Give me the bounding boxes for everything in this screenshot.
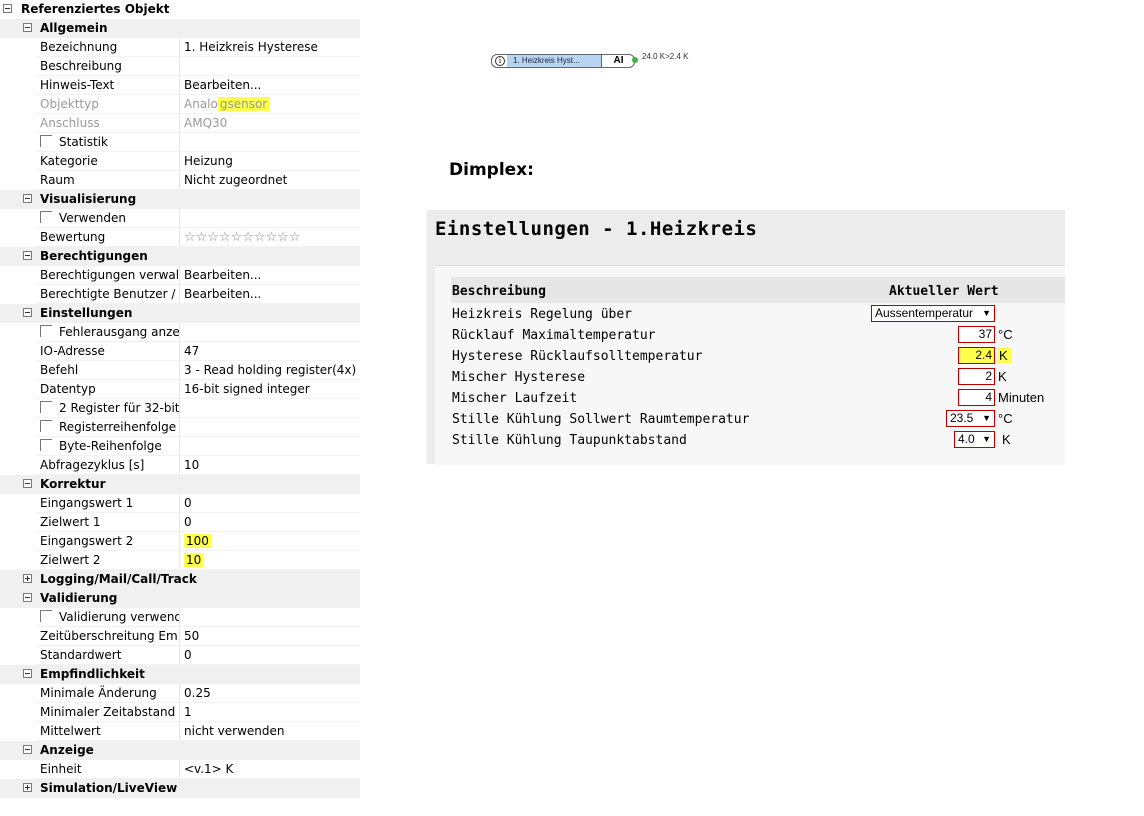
prop-bezeichnung[interactable]: Bezeichnung 1. Heizkreis Hysterese xyxy=(0,38,360,57)
header-aktueller-wert: Aktueller Wert xyxy=(889,284,999,299)
mischer-hysterese-input[interactable]: 2 xyxy=(958,368,995,385)
checkbox-icon[interactable] xyxy=(40,610,52,622)
expand-icon[interactable] xyxy=(23,783,32,792)
block-type: AI xyxy=(601,55,635,67)
prop-abfragezyklus[interactable]: Abfragezyklus [s] 10 xyxy=(0,456,360,475)
checkbox-icon[interactable] xyxy=(40,211,52,223)
dimplex-label: Dimplex: xyxy=(449,160,534,180)
prop-eingangswert-1[interactable]: Eingangswert 10 xyxy=(0,494,360,513)
category-referenziertes-objekt[interactable]: Referenziertes Objekt xyxy=(0,0,360,19)
prop-einheit[interactable]: Einheit <v.1> K xyxy=(0,760,360,779)
highlight-marker: gsensor xyxy=(217,97,270,111)
prop-2-register-32bit[interactable]: 2 Register für 32-bit xyxy=(0,399,360,418)
prop-eingangswert-2[interactable]: Eingangswert 2 100 xyxy=(0,532,360,551)
checkbox-icon[interactable] xyxy=(40,439,52,451)
prop-berechtigte-benutzer[interactable]: Berechtigte Benutzer / ... Bearbeiten... xyxy=(0,285,360,304)
prop-zielwert-1[interactable]: Zielwert 10 xyxy=(0,513,360,532)
highlight-marker: 10 xyxy=(184,553,204,567)
category-logging[interactable]: Logging/Mail/Call/Track xyxy=(0,570,360,589)
category-validierung[interactable]: Validierung xyxy=(0,589,360,608)
collapse-icon[interactable] xyxy=(23,23,32,32)
prop-objekttyp: Objekttyp Analo gsensor xyxy=(0,95,360,114)
collapse-icon[interactable] xyxy=(23,194,32,203)
prop-zeitueberschreitung[interactable]: Zeitüberschreitung Em... 50 xyxy=(0,627,360,646)
chevron-down-icon: ▼ xyxy=(982,308,991,318)
prop-minimaler-zeitabstand[interactable]: Minimaler Zeitabstand 1 xyxy=(0,703,360,722)
table-row: Mischer Hysterese 2 K xyxy=(452,368,1007,385)
prop-zielwert-2[interactable]: Zielwert 2 10 xyxy=(0,551,360,570)
checkbox-icon[interactable] xyxy=(40,420,52,432)
header-beschreibung: Beschreibung xyxy=(452,284,546,299)
dimplex-settings-panel: Einstellungen - 1.Heizkreis Beschreibung… xyxy=(427,210,1065,465)
stille-taupunkt-select[interactable]: 4.0 ▼ xyxy=(954,431,995,448)
checkbox-icon[interactable] xyxy=(40,135,52,147)
prop-anschluss: Anschluss AMQ30 xyxy=(0,114,360,133)
property-grid: Referenziertes Objekt Allgemein Bezeichn… xyxy=(0,0,360,798)
category-anzeige[interactable]: Anzeige xyxy=(0,741,360,760)
prop-beschreibung[interactable]: Beschreibung xyxy=(0,57,360,76)
regelung-select[interactable]: Aussentemperatur ▼ xyxy=(871,305,995,322)
prop-standardwert[interactable]: Standardwert 0 xyxy=(0,646,360,665)
prop-validierung-verwenden[interactable]: Validierung verwend... xyxy=(0,608,360,627)
panel-title: Einstellungen - 1.Heizkreis xyxy=(435,218,758,240)
logic-block-analog-input[interactable]: i 1. Heizkreis Hyst... AI xyxy=(491,54,635,68)
checkbox-icon[interactable] xyxy=(40,401,52,413)
prop-statistik[interactable]: Statistik xyxy=(0,133,360,152)
prop-registerreihenfolge[interactable]: Registerreihenfolge xyxy=(0,418,360,437)
prop-kategorie[interactable]: Kategorie Heizung xyxy=(0,152,360,171)
category-visualisierung[interactable]: Visualisierung xyxy=(0,190,360,209)
prop-befehl[interactable]: Befehl 3 - Read holding register(4x) xyxy=(0,361,360,380)
settings-table: Beschreibung Aktueller Wert Heizkreis Re… xyxy=(435,265,1065,465)
prop-hinweis-text[interactable]: Hinweis-Text Bearbeiten... xyxy=(0,76,360,95)
chevron-down-icon: ▼ xyxy=(982,434,991,444)
table-row: Stille Kühlung Sollwert Raumtemperatur 2… xyxy=(452,410,1013,427)
prop-verwenden[interactable]: Verwenden xyxy=(0,209,360,228)
prop-bewertung[interactable]: Bewertung ☆☆☆☆☆☆☆☆☆☆ xyxy=(0,228,360,247)
category-berechtigungen[interactable]: Berechtigungen xyxy=(0,247,360,266)
table-row: Mischer Laufzeit 4 Minuten xyxy=(452,389,1045,406)
table-row: Heizkreis Regelung über Aussentemperatur… xyxy=(452,304,1062,325)
table-row: Hysterese Rücklaufsolltemperatur 2.4 K xyxy=(452,346,1062,367)
block-name: 1. Heizkreis Hyst... xyxy=(507,55,601,67)
prop-minimale-aenderung[interactable]: Minimale Änderung 0.25 xyxy=(0,684,360,703)
prop-mittelwert[interactable]: Mittelwert nicht verwenden xyxy=(0,722,360,741)
collapse-icon[interactable] xyxy=(23,669,32,678)
prop-berechtigungen-verwalten[interactable]: Berechtigungen verwalt...Bearbeiten... xyxy=(0,266,360,285)
block-output-value: 24.0 K>2.4 K xyxy=(642,52,689,61)
ruecklauf-max-input[interactable]: 37 xyxy=(958,326,995,343)
checkbox-icon[interactable] xyxy=(40,325,52,337)
star-rating-icon[interactable]: ☆☆☆☆☆☆☆☆☆☆ xyxy=(184,228,360,247)
collapse-icon[interactable] xyxy=(23,251,32,260)
category-einstellungen[interactable]: Einstellungen xyxy=(0,304,360,323)
info-icon[interactable]: i xyxy=(495,56,505,66)
stille-raumtemperatur-select[interactable]: 23.5 ▼ xyxy=(946,410,995,427)
category-empfindlichkeit[interactable]: Empfindlichkeit xyxy=(0,665,360,684)
collapse-icon[interactable] xyxy=(23,745,32,754)
chevron-down-icon: ▼ xyxy=(982,413,991,423)
table-row: Stille Kühlung Taupunktabstand 4.0 ▼ K xyxy=(452,431,1011,448)
hysterese-ruecklauf-input[interactable]: 2.4 xyxy=(958,347,995,364)
prop-io-adresse[interactable]: IO-Adresse 47 xyxy=(0,342,360,361)
prop-datentyp[interactable]: Datentyp 16-bit signed integer xyxy=(0,380,360,399)
prop-fehlerausgang[interactable]: Fehlerausgang anzei... xyxy=(0,323,360,342)
collapse-icon[interactable] xyxy=(23,479,32,488)
prop-raum[interactable]: Raum Nicht zugeordnet xyxy=(0,171,360,190)
output-connector-dot[interactable] xyxy=(632,57,638,63)
mischer-laufzeit-input[interactable]: 4 xyxy=(958,389,995,406)
category-korrektur[interactable]: Korrektur xyxy=(0,475,360,494)
category-simulation-liveview[interactable]: Simulation/LiveView xyxy=(0,779,360,798)
collapse-icon[interactable] xyxy=(3,4,12,13)
table-header: Beschreibung Aktueller Wert xyxy=(451,277,1065,303)
prop-byte-reihenfolge[interactable]: Byte-Reihenfolge xyxy=(0,437,360,456)
collapse-icon[interactable] xyxy=(23,593,32,602)
table-row: Rücklauf Maximaltemperatur 37 °C xyxy=(452,326,1013,343)
collapse-icon[interactable] xyxy=(23,308,32,317)
category-allgemein[interactable]: Allgemein xyxy=(0,19,360,38)
expand-icon[interactable] xyxy=(23,574,32,583)
highlight-marker: 100 xyxy=(184,534,211,548)
